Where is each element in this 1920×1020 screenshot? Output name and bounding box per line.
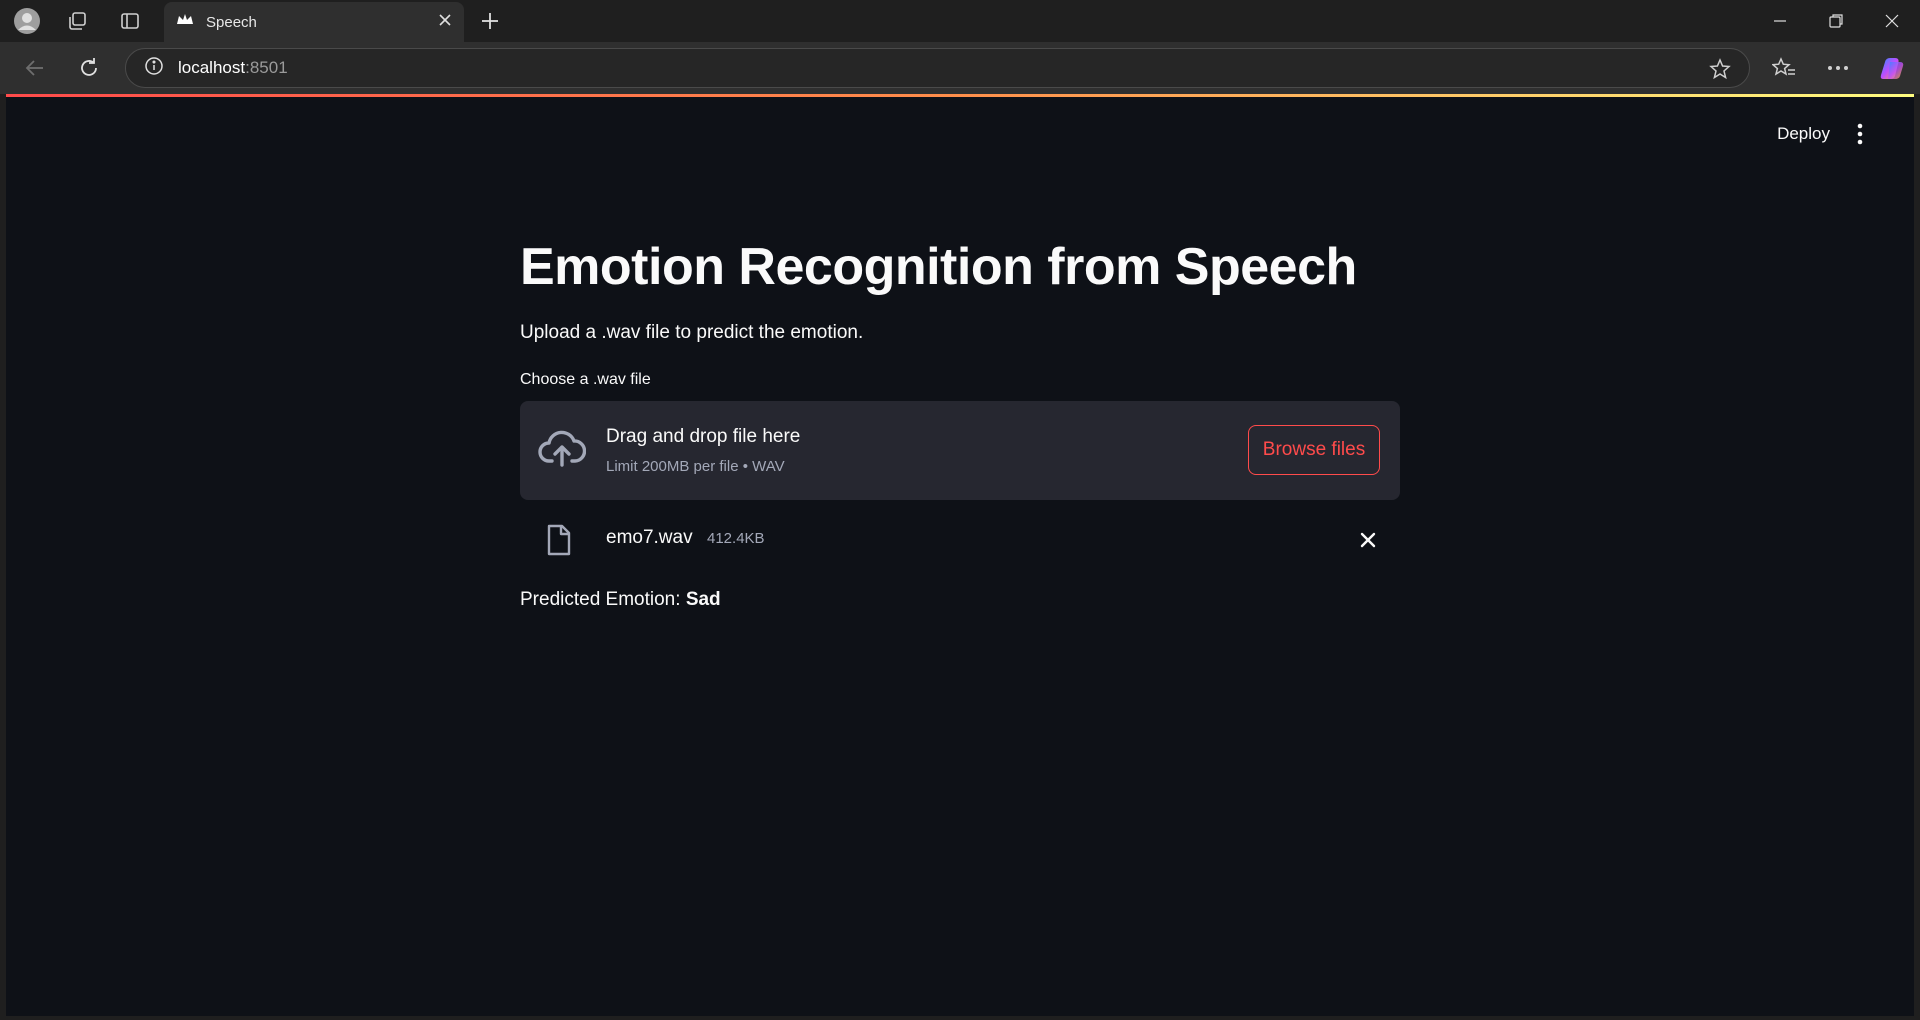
header-decoration [6,94,1914,97]
active-tab[interactable]: Speech [164,2,464,42]
refresh-icon[interactable] [71,50,107,86]
prediction-label: Predicted Emotion: [520,589,681,610]
kebab-menu-icon[interactable] [1848,120,1872,148]
window-controls [1752,0,1920,42]
file-dropzone[interactable]: Drag and drop file here Limit 200MB per … [520,401,1400,500]
tab-title: Speech [206,13,257,31]
site-info-icon[interactable] [144,56,164,81]
tab-actions-icon[interactable] [112,3,148,39]
cloud-upload-icon [538,429,587,474]
dropzone-instructions: Drag and drop file here [606,426,801,447]
dropzone-limit-text: Limit 200MB per file • WAV [606,458,785,475]
url-port: :8501 [245,58,288,77]
more-icon[interactable] [1820,50,1856,86]
url-host: localhost [178,58,246,77]
close-window-icon[interactable] [1864,0,1920,42]
streamlit-app: Deploy Emotion Recognition from Speech U… [6,94,1914,1016]
favorites-icon[interactable] [1766,50,1802,86]
address-bar[interactable]: localhost:8501 [125,48,1750,88]
page-description: Upload a .wav file to predict the emotio… [520,322,864,343]
close-tab-icon[interactable] [438,13,452,32]
main-content: Emotion Recognition from Speech Upload a… [520,234,1400,611]
copilot-icon[interactable] [1874,50,1910,86]
uploaded-file-row: emo7.wav 412.4KB [520,500,1400,578]
uploaded-file-name: emo7.wav [606,527,693,548]
restore-icon[interactable] [1808,0,1864,42]
streamlit-crown-icon [176,13,194,32]
file-icon [546,524,572,561]
uploaded-file-size: 412.4KB [707,530,765,547]
workspaces-icon[interactable] [59,3,95,39]
prediction-result: Predicted Emotion: Sad [520,589,1400,611]
profile-icon[interactable] [9,3,45,39]
prediction-value: Sad [685,589,721,610]
browse-files-button[interactable]: Browse files [1248,425,1380,475]
uploader-label: Choose a .wav file [520,371,651,388]
close-icon[interactable] [1356,528,1380,552]
browser-tab-bar: Speech [0,0,1920,42]
new-tab-icon[interactable] [472,3,508,39]
page-title: Emotion Recognition from Speech [520,238,1357,296]
minimize-icon[interactable] [1752,0,1808,42]
browser-toolbar: localhost:8501 [0,42,1920,94]
back-icon[interactable] [17,50,53,86]
deploy-button[interactable]: Deploy [1777,124,1830,144]
favorite-star-icon[interactable] [1709,58,1731,85]
